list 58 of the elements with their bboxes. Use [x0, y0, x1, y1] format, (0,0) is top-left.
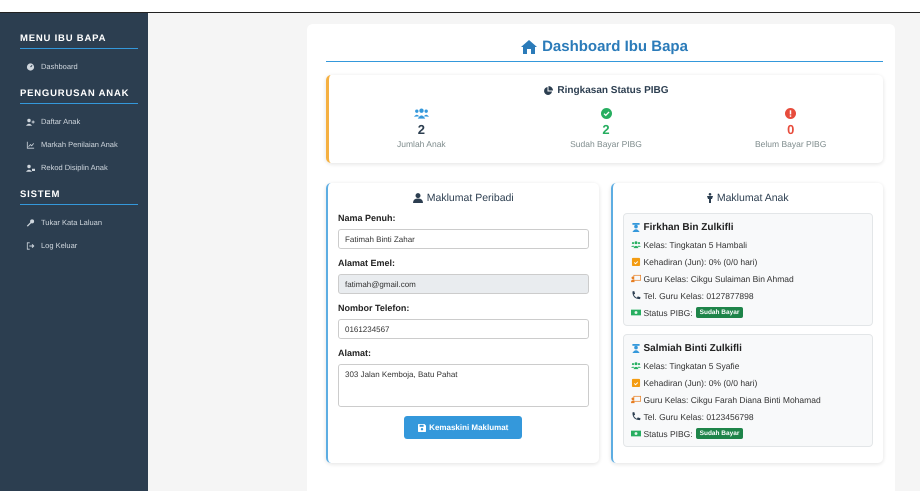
phone-icon — [630, 412, 640, 421]
class-text: Kelas: Tingkatan 5 Syafie — [644, 360, 740, 370]
student-icon — [630, 344, 640, 353]
exclamation-circle-icon — [783, 108, 798, 119]
stat-value: 2 — [418, 122, 425, 137]
teacher-text: Guru Kelas: Cikgu Farah Diana Binti Mohamad — [644, 394, 821, 404]
field-label: Nama Penuh: — [338, 213, 397, 223]
users-icon — [630, 240, 640, 249]
attendance-text: Kehadiran (Jun): 0% (0/0 hari) — [644, 378, 758, 388]
status-label: Status PIBG: — [644, 308, 693, 318]
stat-value: 0 — [787, 122, 794, 137]
users-icon — [414, 108, 429, 119]
field-label: Alamat: — [338, 348, 372, 358]
teacher-icon — [630, 395, 640, 404]
users-icon — [630, 361, 640, 370]
chart-line-icon — [26, 140, 35, 148]
stat-label: Jumlah Anak — [397, 139, 446, 149]
field-label: Nombor Telefon: — [338, 303, 410, 313]
sidebar-heading: PENGURUSAN ANAK — [20, 88, 138, 104]
pie-chart-icon — [543, 86, 554, 96]
calendar-check-icon — [630, 378, 640, 387]
class-text: Kelas: Tingkatan 5 Hambali — [644, 240, 747, 250]
child-icon — [706, 193, 713, 203]
teacher-text: Guru Kelas: Cikgu Sulaiman Bin Ahmad — [644, 274, 794, 284]
user-plus-icon — [26, 118, 35, 126]
home-icon — [521, 40, 538, 54]
attendance-text: Kehadiran (Jun): 0% (0/0 hari) — [644, 256, 758, 266]
phone-icon — [630, 291, 640, 300]
stat-label: Belum Bayar PIBG — [755, 139, 826, 149]
phone-text: Tel. Guru Kelas: 0127877898 — [644, 290, 754, 300]
money-icon — [630, 429, 640, 438]
key-icon — [26, 218, 35, 226]
child-name: Firkhan Bin Zulkifli — [644, 222, 734, 233]
card-title: Maklumat Anak — [716, 192, 789, 204]
sidebar-heading: MENU IBU BAPA — [20, 33, 138, 49]
stat-label: Sudah Bayar PIBG — [570, 139, 642, 149]
field-label: Alamat Emel: — [338, 258, 396, 268]
sidebar-heading: SISTEM — [20, 189, 138, 205]
logout-icon — [26, 242, 35, 250]
input-field[interactable]: 0161234567 — [338, 319, 588, 339]
phone-text: Tel. Guru Kelas: 0123456798 — [644, 412, 754, 422]
input-field[interactable]: Fatimah Binti Zahar — [338, 229, 588, 249]
stat-value: 2 — [602, 122, 610, 137]
calendar-check-icon — [630, 257, 640, 266]
page-title: Dashboard Ibu Bapa — [542, 38, 688, 55]
card-title: Maklumat Peribadi — [426, 192, 514, 204]
user-tag-icon — [26, 164, 35, 172]
save-icon — [418, 424, 426, 432]
card-title: Ringkasan Status PIBG — [557, 85, 669, 96]
gauge-icon — [26, 62, 35, 70]
check-circle-icon — [598, 108, 614, 119]
money-icon — [630, 308, 640, 317]
textarea-field[interactable]: 303 Jalan Kemboja, Batu Pahat — [338, 364, 588, 407]
teacher-icon — [630, 274, 640, 283]
status-label: Status PIBG: — [644, 428, 693, 438]
student-icon — [630, 223, 640, 232]
child-name: Salmiah Binti Zulkifli — [644, 343, 742, 354]
user-icon — [412, 193, 423, 203]
